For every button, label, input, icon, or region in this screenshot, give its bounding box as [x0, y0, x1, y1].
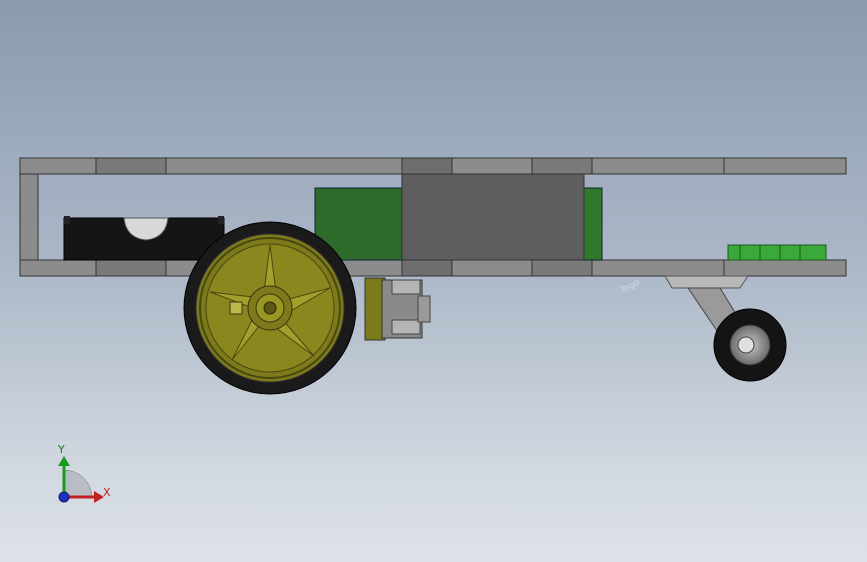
top-plate [19, 157, 847, 175]
caster-wheel[interactable] [664, 275, 787, 382]
control-board-right [583, 187, 603, 261]
triad-z-axis [58, 491, 70, 503]
central-block [401, 173, 585, 261]
graphics-viewport[interactable]: Y X Togo [0, 0, 867, 562]
coordinate-triad [58, 456, 104, 503]
bottom-plate [19, 259, 847, 277]
triad-y-label: Y [58, 443, 65, 456]
sensor-board [727, 244, 827, 261]
triad-x-label: X [103, 486, 111, 499]
gear-motor [364, 277, 431, 341]
robot-chassis-model[interactable] [0, 0, 867, 562]
drive-wheel[interactable] [183, 221, 357, 395]
left-standoff [19, 173, 39, 261]
battery-holder [63, 216, 225, 261]
